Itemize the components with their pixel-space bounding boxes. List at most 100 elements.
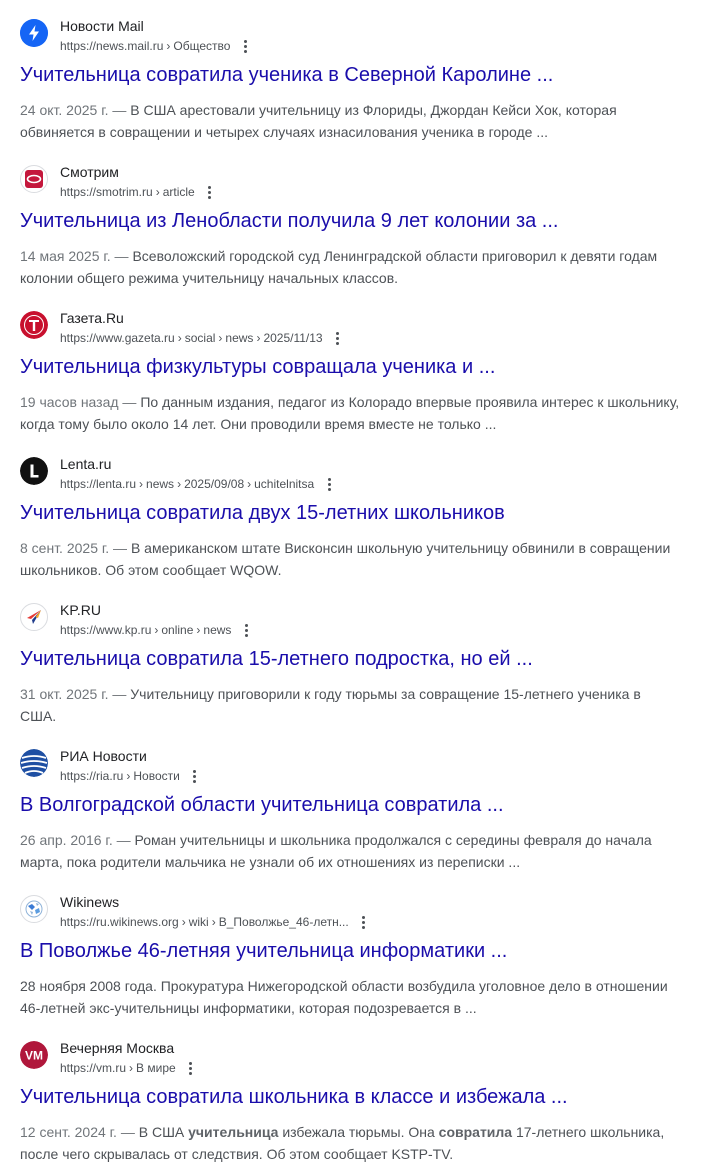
search-result: VM Вечерняя Москва https://vm.ru › В мир… <box>0 1037 709 1162</box>
gazeta-t-icon[interactable] <box>20 311 48 339</box>
url-base: https://ria.ru <box>60 769 124 783</box>
smotrim-icon[interactable] <box>20 165 48 193</box>
search-result: РИА Новости https://ria.ru › Новости В В… <box>0 745 709 885</box>
breadcrumb: online <box>161 623 194 637</box>
breadcrumb: 2025/11/13 <box>263 331 323 345</box>
url-base: https://www.gazeta.ru <box>60 331 175 345</box>
snippet-highlight: совратила <box>438 1124 513 1140</box>
site-url[interactable]: https://www.gazeta.ru › social › news › … <box>60 328 347 348</box>
site-name[interactable]: Смотрим <box>60 162 119 182</box>
breadcrumb: В мире <box>136 1061 176 1075</box>
url-base: https://smotrim.ru <box>60 185 153 199</box>
site-name[interactable]: Вечерняя Москва <box>60 1038 174 1058</box>
three-dots-vertical-icon[interactable] <box>355 912 373 932</box>
site-name[interactable]: Wikinews <box>60 892 119 912</box>
svg-text:VM: VM <box>25 1049 43 1063</box>
result-date: 31 окт. 2025 г. — <box>20 686 131 702</box>
result-snippet: 12 сент. 2024 г. — В США учительница изб… <box>20 1121 680 1165</box>
result-title-link[interactable]: Учительница физкультуры совращала ученик… <box>20 354 495 380</box>
result-snippet: 31 окт. 2025 г. — Учительницу приговорил… <box>20 683 680 727</box>
breadcrumb: wiki <box>188 915 209 929</box>
result-date: 12 сент. 2024 г. — <box>20 1124 139 1140</box>
result-title-link[interactable]: Учительница совратила школьника в классе… <box>20 1084 568 1110</box>
result-title-link[interactable]: В Поволжье 46-летняя учительница информа… <box>20 938 507 964</box>
breadcrumb: social <box>184 331 216 345</box>
search-result: KP.RU https://www.kp.ru › online › news … <box>0 599 709 739</box>
breadcrumb-separator: › <box>129 1061 134 1075</box>
snippet-highlight: учительница <box>188 1124 279 1140</box>
breadcrumb-separator: › <box>256 331 261 345</box>
mail-news-lightning-icon[interactable] <box>20 19 48 47</box>
result-date: 24 окт. 2025 г. — <box>20 102 131 118</box>
url-base: https://lenta.ru <box>60 477 137 491</box>
search-result: Смотрим https://smotrim.ru › article Учи… <box>0 161 709 301</box>
breadcrumb: Общество <box>173 39 231 53</box>
site-url[interactable]: https://lenta.ru › news › 2025/09/08 › u… <box>60 474 338 494</box>
breadcrumb: 2025/09/08 <box>184 477 245 491</box>
lenta-l-icon[interactable] <box>20 457 48 485</box>
site-name[interactable]: Lenta.ru <box>60 454 111 474</box>
site-name[interactable]: РИА Новости <box>60 746 147 766</box>
breadcrumb-separator: › <box>155 185 160 199</box>
search-result: Новости Mail https://news.mail.ru › Обще… <box>0 15 709 155</box>
breadcrumb: article <box>162 185 195 199</box>
snippet-text: В США <box>138 1124 189 1140</box>
three-dots-vertical-icon[interactable] <box>236 36 254 56</box>
breadcrumb: news <box>146 477 175 491</box>
result-snippet: 14 мая 2025 г. — Всеволожский городской … <box>20 245 680 289</box>
three-dots-vertical-icon[interactable] <box>237 620 255 640</box>
site-url[interactable]: https://www.kp.ru › online › news <box>60 620 255 640</box>
three-dots-vertical-icon[interactable] <box>186 766 204 786</box>
wikinews-globe-icon[interactable] <box>20 895 48 923</box>
result-title-link[interactable]: Учительница из Ленобласти получила 9 лет… <box>20 208 558 234</box>
result-title-link[interactable]: Учительница совратила 15-летнего подрост… <box>20 646 533 672</box>
three-dots-vertical-icon[interactable] <box>182 1058 200 1078</box>
search-result: Wikinews https://ru.wikinews.org › wiki … <box>0 891 709 1031</box>
breadcrumb-separator: › <box>247 477 252 491</box>
result-date: 8 сент. 2025 г. — <box>20 540 131 556</box>
breadcrumb-separator: › <box>181 915 186 929</box>
breadcrumb-separator: › <box>211 915 216 929</box>
site-url[interactable]: https://news.mail.ru › Общество <box>60 36 254 56</box>
site-url[interactable]: https://ru.wikinews.org › wiki › В_Повол… <box>60 912 373 932</box>
result-date: 26 апр. 2016 г. — <box>20 832 135 848</box>
site-name[interactable]: Газета.Ru <box>60 308 124 328</box>
snippet-text: 28 ноября 2008 года. Прокуратура Нижегор… <box>20 978 668 1016</box>
search-result: Lenta.ru https://lenta.ru › news › 2025/… <box>0 453 709 593</box>
kp-star-icon[interactable] <box>20 603 48 631</box>
url-base: https://www.kp.ru <box>60 623 152 637</box>
breadcrumb-separator: › <box>166 39 171 53</box>
result-title-link[interactable]: Учительница совратила ученика в Северной… <box>20 62 553 88</box>
site-name[interactable]: Новости Mail <box>60 16 144 36</box>
site-name[interactable]: KP.RU <box>60 600 101 620</box>
breadcrumb-separator: › <box>154 623 159 637</box>
three-dots-vertical-icon[interactable] <box>320 474 338 494</box>
result-snippet: 8 сент. 2025 г. — В американском штате В… <box>20 537 680 581</box>
snippet-text: избежала тюрьмы. Она <box>278 1124 439 1140</box>
result-title-link[interactable]: Учительница совратила двух 15-летних шко… <box>20 500 505 526</box>
three-dots-vertical-icon[interactable] <box>201 182 219 202</box>
result-snippet: 26 апр. 2016 г. — Роман учительницы и шк… <box>20 829 680 873</box>
breadcrumb-separator: › <box>177 477 182 491</box>
result-date: 14 мая 2025 г. — <box>20 248 133 264</box>
site-url[interactable]: https://ria.ru › Новости <box>60 766 204 786</box>
vm-logo-icon[interactable]: VM <box>20 1041 48 1069</box>
result-date: 19 часов назад — <box>20 394 141 410</box>
breadcrumb-separator: › <box>126 769 131 783</box>
breadcrumb-separator: › <box>139 477 144 491</box>
ria-globe-icon[interactable] <box>20 749 48 777</box>
result-snippet: 28 ноября 2008 года. Прокуратура Нижегор… <box>20 975 680 1019</box>
result-snippet: 19 часов назад — По данным издания, педа… <box>20 391 680 435</box>
breadcrumb: news <box>203 623 232 637</box>
url-base: https://ru.wikinews.org <box>60 915 179 929</box>
breadcrumb: news <box>225 331 254 345</box>
result-title-link[interactable]: В Волгоградской области учительница совр… <box>20 792 504 818</box>
breadcrumb: Новости <box>133 769 180 783</box>
three-dots-vertical-icon[interactable] <box>329 328 347 348</box>
breadcrumb-separator: › <box>196 623 201 637</box>
site-url[interactable]: https://vm.ru › В мире <box>60 1058 200 1078</box>
search-result: Газета.Ru https://www.gazeta.ru › social… <box>0 307 709 447</box>
url-base: https://news.mail.ru <box>60 39 164 53</box>
site-url[interactable]: https://smotrim.ru › article <box>60 182 219 202</box>
url-base: https://vm.ru <box>60 1061 127 1075</box>
